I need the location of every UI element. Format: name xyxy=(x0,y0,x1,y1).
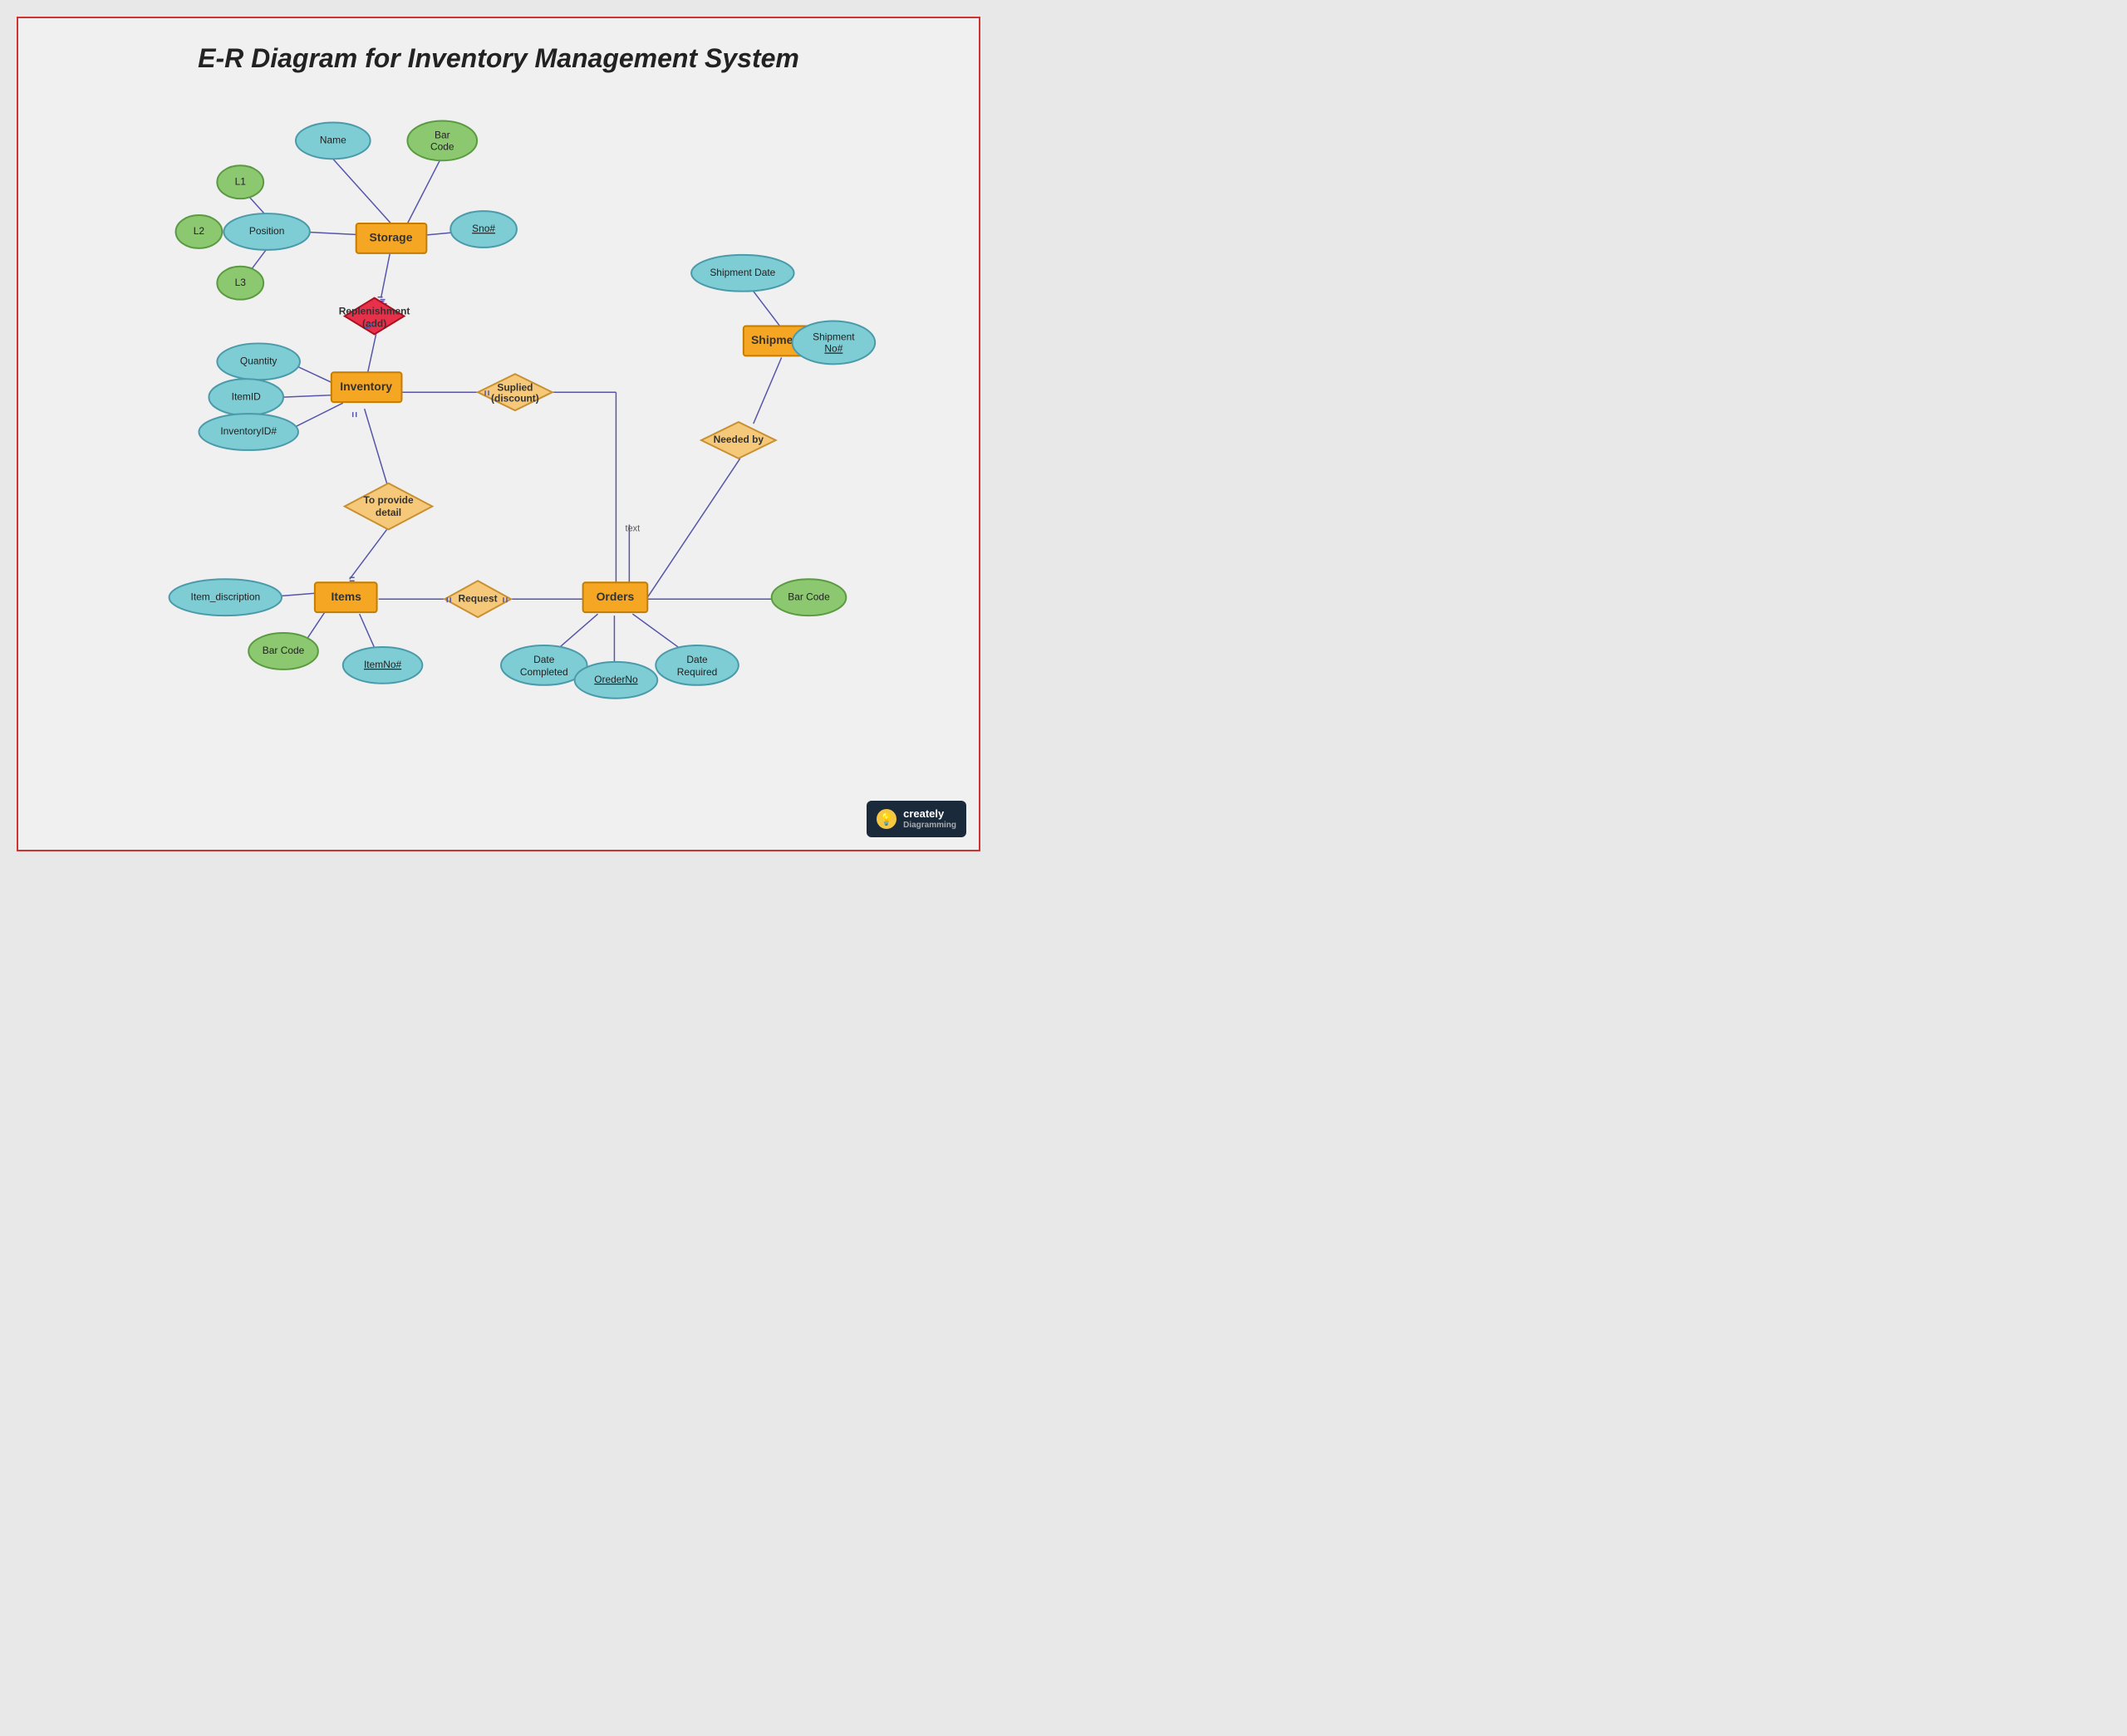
svg-text:detail: detail xyxy=(376,507,401,518)
svg-text:(discount): (discount) xyxy=(491,392,539,404)
svg-text:Replenishment: Replenishment xyxy=(339,306,410,317)
svg-text:Inventory: Inventory xyxy=(340,380,392,393)
logo-text: creately Diagramming xyxy=(903,807,956,831)
main-container: E-R Diagram for Inventory Management Sys… xyxy=(17,17,980,851)
creately-logo: 💡 creately Diagramming xyxy=(867,801,966,837)
svg-text:Bar: Bar xyxy=(435,130,450,141)
svg-text:Orders: Orders xyxy=(597,590,635,603)
svg-text:Name: Name xyxy=(320,135,346,146)
svg-text:Required: Required xyxy=(677,666,717,678)
svg-text:Code: Code xyxy=(430,141,454,153)
svg-text:Storage: Storage xyxy=(370,231,413,244)
svg-text:Shipment Date: Shipment Date xyxy=(710,267,775,278)
svg-text:No#: No# xyxy=(824,343,842,355)
svg-text:Date: Date xyxy=(686,654,708,665)
svg-text:Request: Request xyxy=(459,592,498,604)
svg-text:Completed: Completed xyxy=(520,666,568,678)
svg-text:Bar Code: Bar Code xyxy=(263,645,305,656)
svg-text:L2: L2 xyxy=(194,225,205,237)
logo-bulb-icon: 💡 xyxy=(877,809,896,829)
svg-text:text: text xyxy=(626,524,641,534)
svg-text:Date: Date xyxy=(533,654,555,665)
svg-text:L3: L3 xyxy=(235,277,247,288)
er-diagram-svg: Storage Inventory Items Orders Shipments… xyxy=(18,18,979,850)
svg-text:ItemID: ItemID xyxy=(232,390,262,402)
svg-text:ItemNo#: ItemNo# xyxy=(364,659,401,670)
svg-text:Needed by: Needed by xyxy=(714,434,764,445)
svg-text:Bar Code: Bar Code xyxy=(788,591,830,602)
svg-text:Quantity: Quantity xyxy=(240,356,277,367)
svg-text:Shipment: Shipment xyxy=(813,331,855,343)
svg-text:L1: L1 xyxy=(235,175,247,187)
svg-text:Suplied: Suplied xyxy=(497,381,533,393)
svg-text:To provide: To provide xyxy=(363,494,413,506)
svg-text:Position: Position xyxy=(249,225,284,237)
svg-text:InventoryID#: InventoryID# xyxy=(220,425,277,437)
svg-text:Item_discription: Item_discription xyxy=(191,591,261,602)
svg-text:Sno#: Sno# xyxy=(472,223,495,234)
svg-text:Items: Items xyxy=(332,590,362,603)
svg-text:OrederNo: OrederNo xyxy=(594,674,638,685)
